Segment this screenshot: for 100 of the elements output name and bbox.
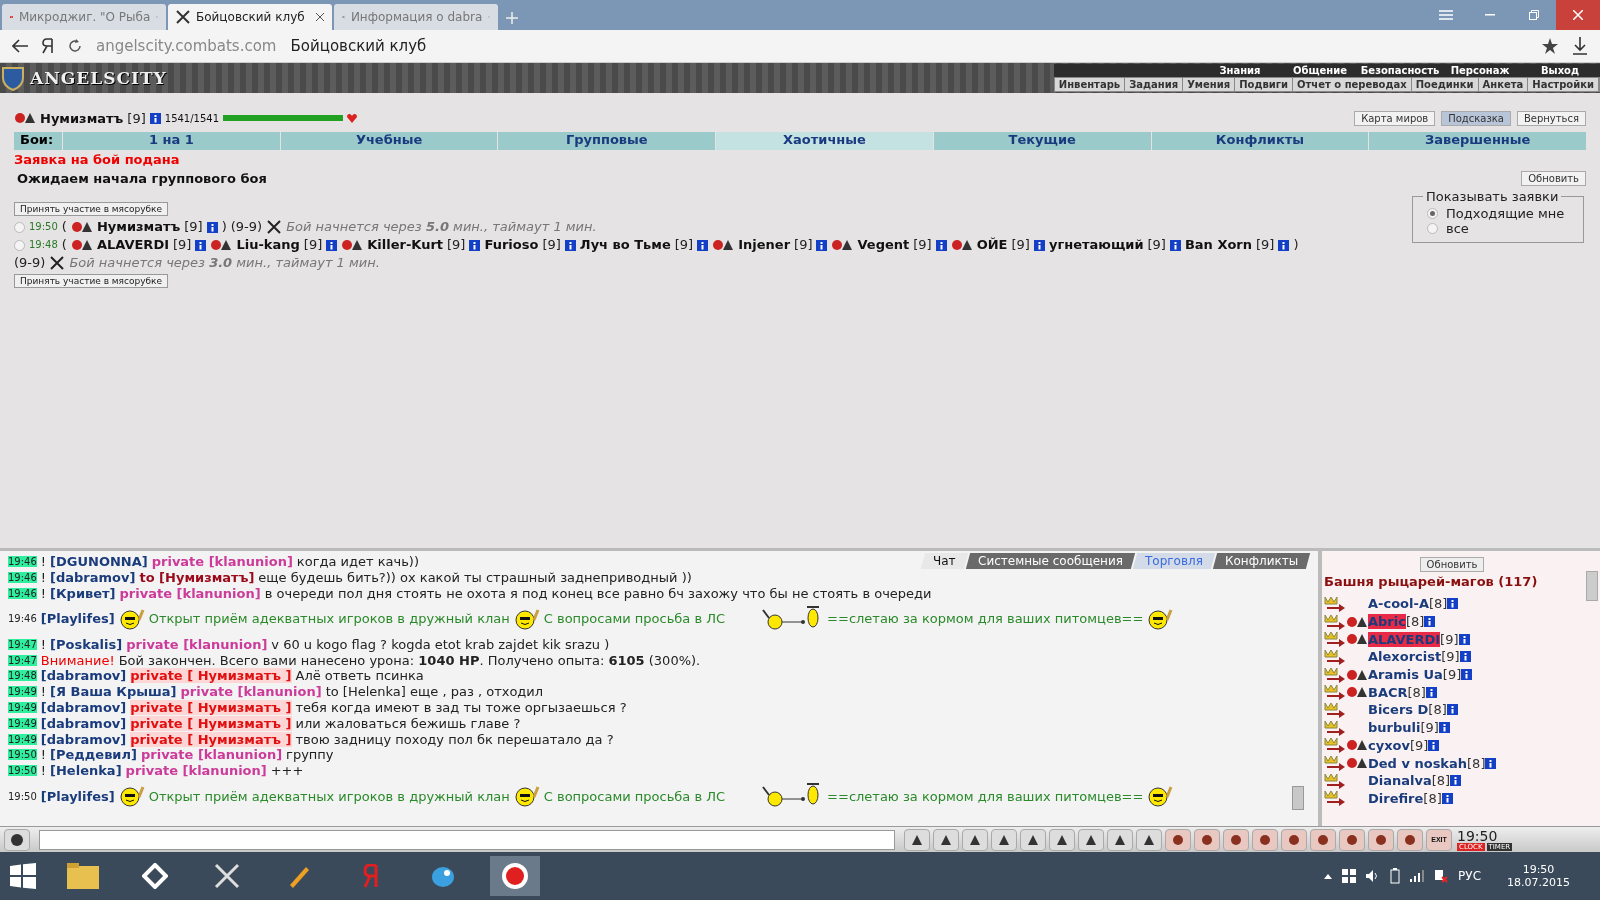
member-name[interactable]: угнетающий: [1048, 236, 1144, 254]
message-recipient[interactable]: private [ Нумизматъ ]: [130, 715, 292, 731]
crown-arrow-icon[interactable]: [1324, 790, 1346, 807]
info-icon[interactable]: [206, 221, 218, 233]
message-recipient[interactable]: to [Нумизматъ]: [139, 570, 255, 586]
horse-button[interactable]: [1397, 828, 1423, 851]
crown-arrow-icon[interactable]: [1324, 684, 1346, 701]
info-icon[interactable]: [1278, 239, 1290, 251]
message-sender[interactable]: [Я Ваша Крыша]: [50, 684, 177, 700]
refresh-button[interactable]: Обновить: [1419, 557, 1485, 572]
message-sender[interactable]: [Реддевил]: [50, 747, 137, 763]
user-name[interactable]: Direfire: [1368, 790, 1424, 806]
top-menu-item[interactable]: Знания: [1200, 64, 1280, 77]
request-radio[interactable]: [14, 221, 25, 233]
windows-logo-icon[interactable]: [10, 863, 36, 889]
wand-button[interactable]: [1165, 828, 1191, 851]
info-icon[interactable]: [935, 239, 947, 251]
top-menu-item[interactable]: Безопасность: [1360, 64, 1440, 77]
member-name[interactable]: Furioso: [484, 236, 539, 254]
sub-menu-item[interactable]: Подвиги: [1235, 78, 1294, 91]
site-logo[interactable]: ANGELSCITY: [30, 68, 167, 88]
sub-menu-item[interactable]: Анкета: [1478, 78, 1529, 91]
taskbar-clock[interactable]: 19:50 18.07.2015: [1507, 863, 1570, 889]
info-icon[interactable]: [1459, 651, 1471, 663]
message-recipient[interactable]: private [ Нумизматъ ]: [130, 699, 292, 715]
message-recipient[interactable]: private [klanunion]: [151, 554, 293, 570]
member-name[interactable]: Vegent: [857, 236, 910, 254]
info-icon[interactable]: [697, 239, 709, 251]
logo-icon[interactable]: [42, 38, 54, 54]
sub-menu-item[interactable]: Задания: [1125, 78, 1184, 91]
battle-tab[interactable]: Текущие: [932, 132, 1151, 150]
chevron-up-icon[interactable]: [1324, 873, 1333, 879]
top-menu-item[interactable]: Персонаж: [1440, 64, 1520, 77]
battle-tab[interactable]: Конфликты: [1150, 132, 1369, 150]
eraser-button[interactable]: [933, 828, 959, 851]
refresh-button[interactable]: Обновить: [1521, 171, 1586, 186]
message-recipient[interactable]: private [ Нумизматъ ]: [130, 731, 292, 747]
filter-option[interactable]: все: [1427, 221, 1573, 236]
browser-tab[interactable]: Бойцовский клуб: [168, 4, 332, 30]
member-name[interactable]: ALAVERDI: [96, 236, 169, 254]
battle-tab[interactable]: Учебные: [279, 132, 498, 150]
nav-button[interactable]: Карта миров: [1354, 110, 1436, 126]
info-icon[interactable]: [1461, 669, 1473, 681]
crown-arrow-icon[interactable]: [1324, 719, 1346, 736]
member-name[interactable]: Injener: [738, 236, 791, 254]
info-icon[interactable]: [564, 239, 576, 251]
message-sender[interactable]: [dabramov]: [40, 668, 127, 684]
info-icon[interactable]: [1169, 239, 1181, 251]
message-sender[interactable]: [dabramov]: [40, 731, 127, 747]
user-name[interactable]: BACR: [1368, 684, 1408, 700]
bottle-button[interactable]: [1194, 828, 1220, 851]
crown-arrow-icon[interactable]: [1324, 648, 1346, 665]
crown-arrow-icon[interactable]: [1324, 595, 1346, 612]
info-icon[interactable]: [1033, 239, 1045, 251]
info-icon[interactable]: [1485, 757, 1497, 769]
scroll-button[interactable]: [1252, 828, 1278, 851]
info-icon[interactable]: [469, 239, 481, 251]
speaker-head-button[interactable]: [4, 828, 30, 851]
join-button[interactable]: Принять участие в мясорубке: [14, 274, 169, 288]
battle-tab[interactable]: Групповые: [497, 132, 716, 150]
user-name[interactable]: Dianalva: [1368, 773, 1432, 789]
people-button[interactable]: [1368, 828, 1394, 851]
user-name[interactable]: Aramis Ua: [1368, 667, 1443, 683]
user-name[interactable]: Ded v noskah: [1368, 755, 1468, 771]
member-name[interactable]: Луч во Тьме: [579, 236, 671, 254]
request-radio[interactable]: [14, 239, 25, 251]
message-sender[interactable]: [Poskalis]: [50, 636, 123, 652]
message-sender[interactable]: [dabramov]: [50, 570, 136, 586]
info-icon[interactable]: [195, 239, 207, 251]
join-button[interactable]: Принять участие в мясорубке: [14, 202, 169, 216]
user-name[interactable]: Alexorcist: [1368, 649, 1442, 665]
sub-menu-item[interactable]: Умения: [1183, 78, 1236, 91]
chat-tab[interactable]: Торговля: [1132, 553, 1215, 569]
message-recipient[interactable]: private [klanunion]: [126, 636, 268, 652]
sub-menu-item[interactable]: Настройки: [1528, 78, 1599, 91]
info-icon[interactable]: [1424, 616, 1436, 628]
diamond-icon[interactable]: [142, 863, 168, 889]
hand-button[interactable]: [1078, 828, 1104, 851]
nav-button[interactable]: Вернуться: [1516, 110, 1586, 126]
member-name[interactable]: Killer-Kurt: [367, 236, 444, 254]
chat-tab[interactable]: Конфликты: [1212, 553, 1311, 569]
info-icon[interactable]: [1458, 633, 1470, 645]
message-sender[interactable]: [Playlifes]: [40, 788, 115, 804]
chest-button[interactable]: [1223, 828, 1249, 851]
info-icon[interactable]: [1438, 722, 1450, 734]
enter-button[interactable]: [904, 828, 930, 851]
crown-arrow-icon[interactable]: [1324, 701, 1346, 718]
top-menu-item[interactable]: Выход: [1520, 64, 1600, 77]
cross-button[interactable]: [1310, 828, 1336, 851]
user-name[interactable]: Bicers D: [1368, 702, 1429, 718]
language-indicator[interactable]: РУС: [1458, 869, 1481, 883]
message-sender[interactable]: [Кривет]: [50, 586, 116, 601]
info-icon[interactable]: [816, 239, 828, 251]
reload-icon[interactable]: [68, 39, 82, 53]
info-icon[interactable]: [1450, 775, 1462, 787]
message-sender[interactable]: [dabramov]: [40, 715, 127, 731]
crown-arrow-icon[interactable]: [1324, 631, 1346, 648]
member-name[interactable]: ОЙЕ: [976, 236, 1008, 254]
info-icon[interactable]: [1447, 598, 1459, 610]
message-sender[interactable]: [Playlifes]: [40, 611, 115, 627]
